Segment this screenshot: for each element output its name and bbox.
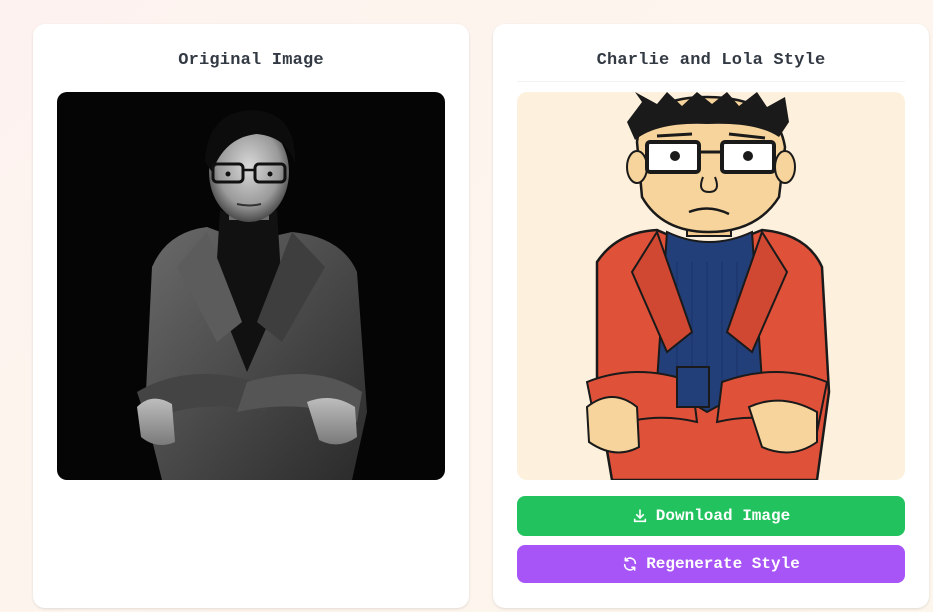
original-image-title: Original Image (178, 51, 324, 70)
regenerate-style-button[interactable]: Regenerate Style (517, 545, 905, 583)
styled-image-title: Charlie and Lola Style (596, 51, 826, 70)
styled-image-card: Charlie and Lola Style Download Image Re… (493, 24, 929, 608)
original-photo (57, 92, 445, 480)
original-image-card: Original Image (33, 24, 469, 608)
title-divider (517, 81, 905, 82)
refresh-icon (622, 556, 638, 572)
styled-illustration (517, 92, 905, 480)
regenerate-button-label: Regenerate Style (646, 555, 800, 573)
download-image-button[interactable]: Download Image (517, 496, 905, 536)
download-icon (632, 508, 648, 524)
download-button-label: Download Image (655, 507, 791, 525)
